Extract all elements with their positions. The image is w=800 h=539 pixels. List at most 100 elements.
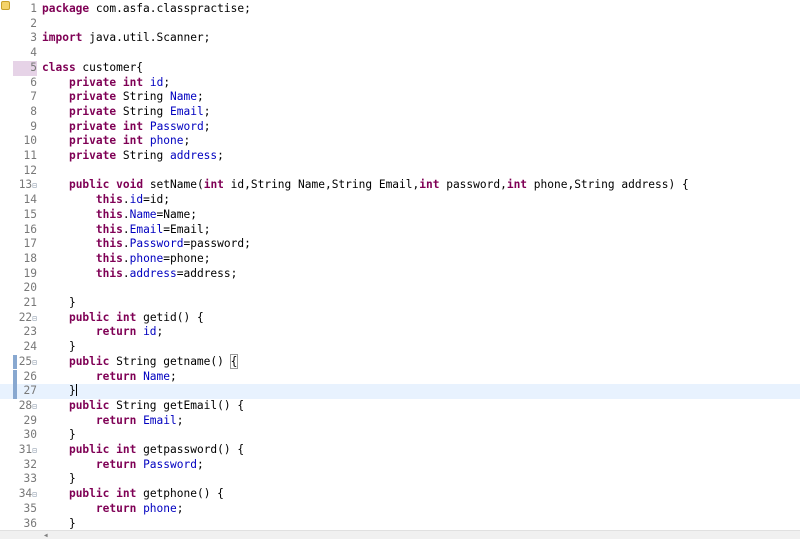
line-number: 31⊟ bbox=[13, 443, 37, 459]
keyword-token: return bbox=[95, 501, 137, 515]
line-number: 16 bbox=[13, 223, 37, 238]
line-number-text: 24 bbox=[23, 340, 37, 354]
code-text[interactable]: private String address; bbox=[42, 149, 224, 164]
code-line-31[interactable]: 31⊟ public int getpassword() { bbox=[0, 443, 800, 458]
code-text[interactable]: public int getid() { bbox=[42, 311, 204, 326]
code-text[interactable]: import java.util.Scanner; bbox=[42, 31, 210, 46]
code-line-11[interactable]: 11 private String address; bbox=[0, 149, 800, 164]
code-line-17[interactable]: 17 this.Password=password; bbox=[0, 237, 800, 252]
line-number-text: 11 bbox=[23, 149, 37, 162]
code-text[interactable]: } bbox=[42, 472, 76, 487]
line-number: 36 bbox=[13, 517, 37, 532]
code-text[interactable]: private int id; bbox=[42, 76, 170, 91]
code-line-33[interactable]: 33 } bbox=[0, 472, 800, 487]
code-line-23[interactable]: 23 return id; bbox=[0, 325, 800, 340]
code-line-29[interactable]: 29 return Email; bbox=[0, 414, 800, 429]
code-token: ; bbox=[203, 104, 211, 118]
line-number: 11 bbox=[13, 149, 37, 164]
code-text[interactable]: } bbox=[42, 340, 76, 355]
code-line-16[interactable]: 16 this.Email=Email; bbox=[0, 223, 800, 238]
code-text[interactable]: class customer{ bbox=[42, 61, 143, 76]
keyword-token: private bbox=[68, 104, 117, 118]
fold-collapse-icon[interactable]: ⊟ bbox=[32, 402, 37, 411]
code-text[interactable]: public String getEmail() { bbox=[42, 399, 244, 414]
code-line-26[interactable]: 26 return Name; bbox=[0, 369, 800, 385]
code-text[interactable]: return Email; bbox=[42, 414, 184, 429]
code-line-6[interactable]: 6 private int id; bbox=[0, 76, 800, 91]
line-number-text: 1 bbox=[30, 2, 37, 15]
code-text[interactable]: } bbox=[42, 296, 76, 311]
code-text[interactable]: this.address=address; bbox=[42, 267, 237, 282]
code-text[interactable]: package com.asfa.classpractise; bbox=[42, 2, 251, 17]
fold-collapse-icon[interactable]: ⊟ bbox=[32, 358, 37, 367]
keyword-token: public bbox=[68, 487, 110, 501]
code-text[interactable]: this.Name=Name; bbox=[42, 208, 197, 223]
line-number-text: 26 bbox=[23, 369, 37, 383]
code-line-12[interactable]: 12 bbox=[0, 164, 800, 179]
code-line-4[interactable]: 4 bbox=[0, 46, 800, 61]
code-text[interactable]: public String getname() { bbox=[42, 353, 239, 370]
code-line-25[interactable]: 25⊟ public String getname() { bbox=[0, 353, 800, 370]
code-line-34[interactable]: 34⊟ public int getphone() { bbox=[0, 487, 800, 502]
field-token: id bbox=[149, 75, 164, 89]
horizontal-scrollbar[interactable]: ◀ bbox=[0, 530, 800, 539]
code-line-5[interactable]: 5 class customer{ bbox=[0, 60, 800, 76]
code-line-10[interactable]: 10 private int phone; bbox=[0, 134, 800, 149]
code-line-19[interactable]: 19 this.address=address; bbox=[0, 267, 800, 282]
code-line-2[interactable]: 2 bbox=[0, 17, 800, 32]
line-number-text: 14 bbox=[23, 193, 37, 207]
code-line-32[interactable]: 32 return Password; bbox=[0, 458, 800, 473]
scroll-left-arrow-icon[interactable]: ◀ bbox=[44, 532, 48, 539]
code-token: ; bbox=[163, 75, 171, 89]
code-text[interactable]: private int phone; bbox=[42, 134, 190, 149]
code-token: ; bbox=[183, 134, 191, 148]
code-editor[interactable]: 1 package com.asfa.classpractise; 2 3 import… bbox=[0, 0, 800, 530]
code-text[interactable]: public void setName(int id,String Name,S… bbox=[42, 178, 689, 193]
line-number: 30 bbox=[13, 428, 37, 443]
fold-collapse-icon[interactable]: ⊟ bbox=[32, 314, 37, 323]
code-line-22[interactable]: 22⊟ public int getid() { bbox=[0, 311, 800, 326]
line-number-text: 19 bbox=[23, 266, 37, 280]
code-line-24[interactable]: 24 } bbox=[0, 340, 800, 355]
field-token: phone bbox=[149, 134, 184, 148]
code-text[interactable]: } bbox=[42, 384, 77, 399]
code-line-27[interactable]: 27 } bbox=[0, 384, 800, 399]
code-text[interactable]: } bbox=[42, 428, 76, 443]
code-text[interactable]: return id; bbox=[42, 325, 163, 340]
code-text[interactable]: private String Name; bbox=[42, 90, 204, 105]
code-text[interactable]: return Name; bbox=[42, 370, 177, 385]
fold-collapse-icon[interactable]: ⊟ bbox=[32, 490, 37, 499]
line-number: 10 bbox=[13, 134, 37, 149]
code-line-14[interactable]: 14 this.id=id; bbox=[0, 193, 800, 208]
fold-collapse-icon[interactable]: ⊟ bbox=[32, 181, 37, 190]
code-text[interactable]: this.id=id; bbox=[42, 193, 170, 208]
code-line-35[interactable]: 35 return phone; bbox=[0, 502, 800, 517]
code-text[interactable]: this.Email=Email; bbox=[42, 223, 211, 238]
code-text[interactable]: public int getphone() { bbox=[42, 487, 224, 502]
code-text[interactable]: this.Password=password; bbox=[42, 237, 251, 252]
code-line-8[interactable]: 8 private String Email; bbox=[0, 105, 800, 120]
code-text[interactable]: } bbox=[42, 517, 76, 532]
code-text[interactable]: return phone; bbox=[42, 502, 184, 517]
code-text[interactable]: public int getpassword() { bbox=[42, 443, 244, 458]
code-line-1[interactable]: 1 package com.asfa.classpractise; bbox=[0, 2, 800, 17]
code-text[interactable]: return Password; bbox=[42, 458, 204, 473]
code-line-15[interactable]: 15 this.Name=Name; bbox=[0, 208, 800, 223]
code-text[interactable]: private String Email; bbox=[42, 105, 210, 120]
code-line-20[interactable]: 20 bbox=[0, 281, 800, 296]
code-line-30[interactable]: 30 } bbox=[0, 428, 800, 443]
code-line-18[interactable]: 18 this.phone=phone; bbox=[0, 252, 800, 267]
code-text[interactable]: this.phone=phone; bbox=[42, 252, 211, 267]
code-line-28[interactable]: 28⊟ public String getEmail() { bbox=[0, 399, 800, 414]
matching-bracket: { bbox=[229, 353, 239, 369]
code-text[interactable]: private int Password; bbox=[42, 120, 211, 135]
code-line-3[interactable]: 3 import java.util.Scanner; bbox=[0, 31, 800, 46]
code-line-9[interactable]: 9 private int Password; bbox=[0, 120, 800, 135]
code-token: . bbox=[122, 237, 130, 251]
fold-collapse-icon[interactable]: ⊟ bbox=[32, 446, 37, 455]
code-line-7[interactable]: 7 private String Name; bbox=[0, 90, 800, 105]
code-line-13[interactable]: 13⊟ public void setName(int id,String Na… bbox=[0, 178, 800, 193]
code-line-21[interactable]: 21 } bbox=[0, 296, 800, 311]
code-line-36[interactable]: 36 } bbox=[0, 517, 800, 532]
